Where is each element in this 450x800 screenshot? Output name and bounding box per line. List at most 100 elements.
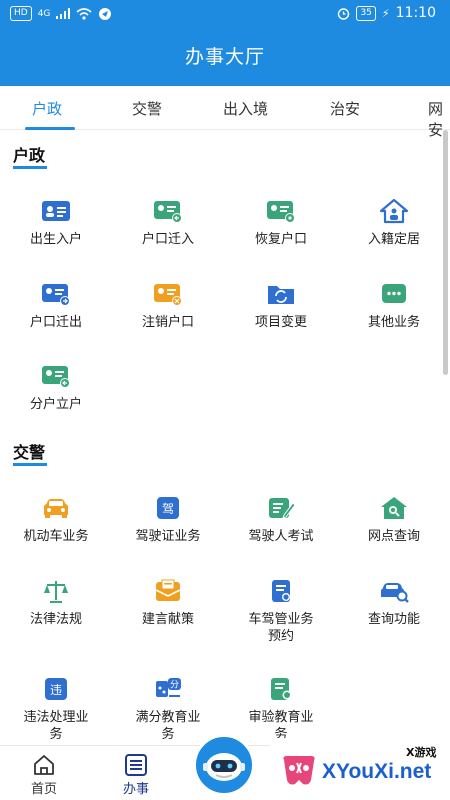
service-label: 驾驶证业务 bbox=[135, 529, 201, 544]
wifi-icon bbox=[76, 7, 92, 20]
id-card-icon bbox=[42, 201, 70, 221]
location-search-icon bbox=[381, 497, 407, 519]
service-item-violation-handling[interactable]: 违 违法处理业务 bbox=[0, 676, 112, 743]
review-education-icon bbox=[271, 678, 292, 700]
nav-affairs[interactable]: 办事 bbox=[106, 754, 166, 797]
section-title-huzheng: 户政 bbox=[13, 146, 46, 165]
service-item-laws-regulations[interactable]: 法律法规 bbox=[0, 578, 112, 628]
home-icon bbox=[34, 755, 54, 775]
service-label-multiline: 违法处理业务 bbox=[0, 709, 112, 743]
service-item-other-business[interactable]: 其他业务 bbox=[338, 281, 450, 331]
appointment-icon bbox=[272, 580, 290, 602]
service-item-full-score-education[interactable]: 分 满分教育业务 bbox=[112, 676, 224, 743]
service-label: 项目变更 bbox=[254, 315, 307, 330]
battery-indicator: 35 bbox=[356, 5, 376, 21]
service-item-household-move-in[interactable]: 户口迁入 bbox=[112, 198, 224, 248]
service-item-vehicle-appointment[interactable]: 车驾管业务 预约 bbox=[225, 578, 337, 645]
card-restore-icon bbox=[267, 201, 295, 223]
license-glyph: 驾 bbox=[162, 502, 174, 516]
watermark-brand: XYouXi.net bbox=[322, 760, 432, 783]
tab-churujing[interactable]: 出入境 bbox=[223, 98, 268, 119]
label-line-2: 务 bbox=[49, 727, 63, 742]
license-icon: 驾 bbox=[157, 497, 179, 519]
label-line-2: 预约 bbox=[267, 629, 294, 644]
category-tabs: 户政 交警 出入境 治安 网安 bbox=[0, 86, 450, 139]
section-underline bbox=[13, 463, 47, 466]
service-label: 入籍定居 bbox=[367, 232, 420, 247]
car-icon bbox=[44, 499, 68, 518]
charging-icon: ⚡ bbox=[381, 6, 390, 20]
service-item-outlet-search[interactable]: 网点查询 bbox=[338, 495, 450, 545]
exam-edit-icon bbox=[269, 498, 296, 519]
nav-label: 办事 bbox=[122, 782, 149, 797]
service-label: 户口迁出 bbox=[29, 315, 82, 330]
page-title: 办事大厅 bbox=[184, 46, 265, 68]
service-label: 注销户口 bbox=[141, 315, 194, 330]
violation-glyph: 违 bbox=[50, 683, 62, 697]
service-label: 驾驶人考试 bbox=[248, 529, 314, 544]
service-item-driving-license[interactable]: 驾 驾驶证业务 bbox=[112, 495, 224, 545]
service-item-household-move-out[interactable]: 户口迁出 bbox=[0, 281, 112, 331]
signal-label: 4G bbox=[37, 8, 51, 19]
status-bar: HD 4G 35 ⚡ 11:10 bbox=[0, 0, 450, 28]
nav-home[interactable]: 首页 bbox=[14, 754, 74, 797]
label-line-1: 审验教育业 bbox=[248, 710, 314, 725]
service-label: 法律法规 bbox=[29, 612, 82, 627]
tab-huzheng[interactable]: 户政 bbox=[32, 98, 62, 119]
service-item-project-change[interactable]: 项目变更 bbox=[225, 281, 337, 331]
section-title-jiaojing: 交警 bbox=[13, 443, 46, 462]
service-item-restore-household[interactable]: 恢复户口 bbox=[225, 198, 337, 248]
service-label: 分户立户 bbox=[29, 397, 82, 412]
tab-zhian[interactable]: 治安 bbox=[330, 98, 360, 119]
service-item-birth-registration[interactable]: 出生入户 bbox=[0, 198, 112, 248]
service-item-split-household[interactable]: 分户立户 bbox=[0, 363, 112, 413]
app-header: HD 4G 35 ⚡ 11:10 办事大厅 bbox=[0, 0, 450, 86]
watermark: XYouXi.net X游戏 bbox=[270, 738, 450, 800]
alarm-icon bbox=[338, 7, 350, 20]
signal-icon bbox=[56, 8, 71, 19]
service-item-driver-exam[interactable]: 驾驶人考试 bbox=[225, 495, 337, 545]
service-item-query[interactable]: 查询功能 bbox=[338, 578, 450, 628]
service-label: 其他业务 bbox=[367, 315, 420, 330]
chat-bubble-icon bbox=[382, 284, 406, 303]
tab-jiaojing[interactable]: 交警 bbox=[132, 98, 162, 119]
service-label-multiline: 车驾管业务 预约 bbox=[225, 611, 337, 645]
service-label: 机动车业务 bbox=[23, 529, 89, 544]
service-item-suggestions[interactable]: 建言献策 bbox=[112, 578, 224, 628]
scales-icon bbox=[44, 581, 68, 603]
service-label: 出生入户 bbox=[29, 232, 82, 247]
service-item-review-education[interactable]: 审验教育业务 bbox=[225, 676, 337, 743]
active-tab-indicator bbox=[25, 127, 75, 130]
service-item-motor-vehicle[interactable]: 机动车业务 bbox=[0, 495, 112, 545]
label-line-1: 满分教育业 bbox=[135, 710, 201, 725]
clock: 11:10 bbox=[395, 5, 436, 21]
violation-icon: 违 bbox=[45, 678, 67, 700]
card-split-icon bbox=[42, 366, 70, 388]
score-education-icon: 分 bbox=[156, 678, 181, 697]
assistant-robot-button[interactable] bbox=[193, 734, 255, 796]
message-icon bbox=[99, 7, 112, 20]
robot-icon bbox=[203, 753, 245, 781]
network-type-badge: HD bbox=[10, 6, 32, 21]
house-person-icon bbox=[379, 198, 409, 224]
watermark-logo bbox=[283, 756, 315, 785]
car-search-icon bbox=[381, 583, 409, 603]
card-cancel-icon bbox=[154, 284, 182, 306]
card-arrow-in-icon bbox=[154, 201, 182, 223]
service-item-naturalization[interactable]: 入籍定居 bbox=[338, 198, 450, 248]
label-line-2: 务 bbox=[161, 727, 175, 742]
section-underline bbox=[13, 166, 47, 169]
folder-refresh-icon bbox=[268, 286, 294, 304]
list-icon bbox=[125, 754, 147, 776]
score-glyph: 分 bbox=[170, 680, 179, 691]
service-label: 建言献策 bbox=[141, 612, 194, 627]
service-label: 查询功能 bbox=[367, 612, 420, 627]
scrollbar[interactable] bbox=[443, 130, 448, 375]
service-label: 网点查询 bbox=[367, 529, 420, 544]
label-line-1: 车驾管业务 bbox=[248, 612, 314, 627]
card-arrow-out-icon bbox=[42, 284, 70, 306]
service-label: 恢复户口 bbox=[254, 232, 307, 247]
service-item-cancel-household[interactable]: 注销户口 bbox=[112, 281, 224, 331]
nav-label: 首页 bbox=[30, 782, 57, 797]
watermark-small: X游戏 bbox=[406, 746, 437, 759]
